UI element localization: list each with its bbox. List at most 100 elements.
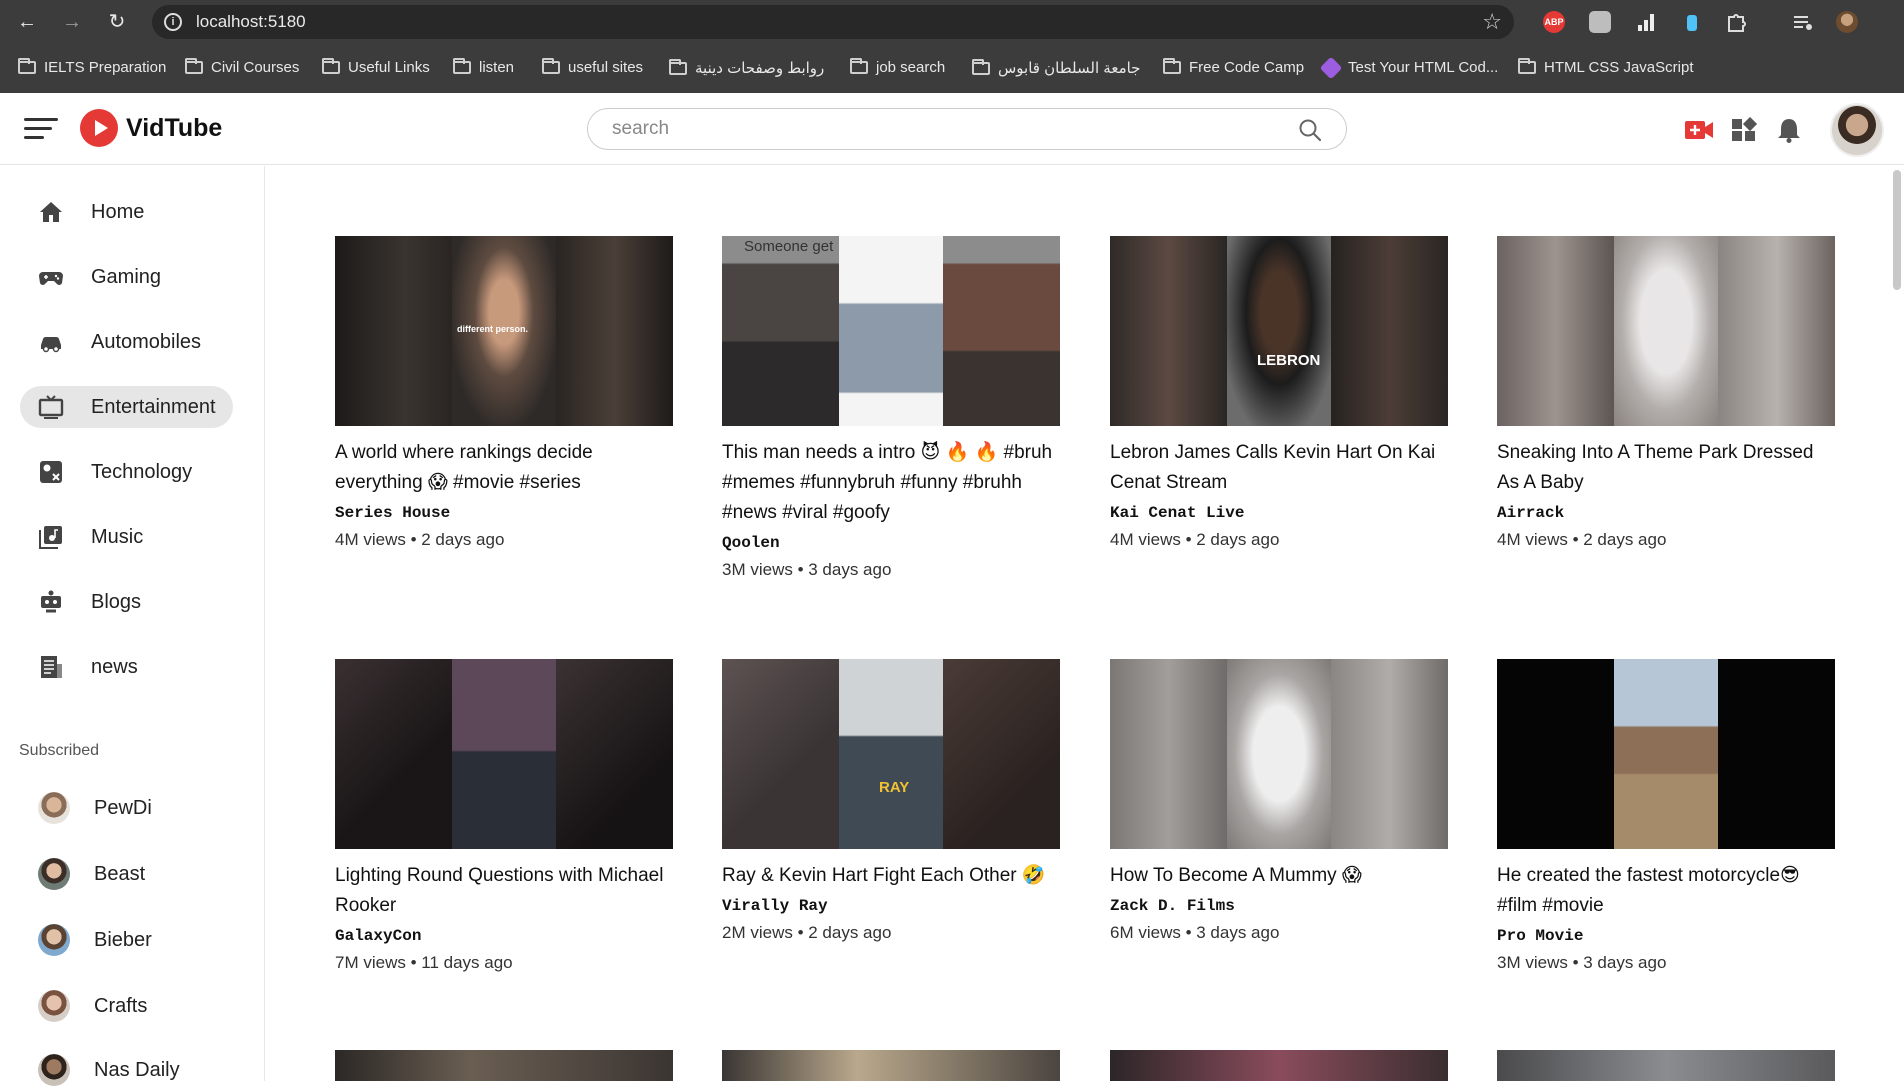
sidebar-item-label: Automobiles: [91, 330, 202, 353]
sidebar-item-automobiles[interactable]: Automobiles: [20, 321, 233, 363]
search-icon[interactable]: [1298, 118, 1322, 142]
bell-icon[interactable]: [1774, 117, 1804, 143]
upload-video-icon[interactable]: [1684, 117, 1714, 143]
sidebar-item-gaming[interactable]: Gaming: [20, 256, 233, 298]
news-icon: [41, 656, 62, 678]
channel-name[interactable]: Qoolen: [722, 534, 780, 552]
back-icon[interactable]: ←: [14, 9, 40, 35]
video-title[interactable]: Ray & Kevin Hart Fight Each Other 🤣: [722, 861, 1060, 891]
folder-icon: [972, 58, 990, 75]
subscribed-heading: Subscribed: [19, 742, 100, 759]
address-bar[interactable]: i localhost:5180 ☆: [152, 5, 1514, 39]
sidebar-item-blogs[interactable]: Blogs: [20, 581, 233, 623]
subscription-label: Beast: [94, 862, 146, 885]
channel-name[interactable]: Series House: [335, 504, 450, 522]
folder-icon: [850, 58, 868, 74]
forward-icon[interactable]: →: [59, 9, 85, 35]
video-thumbnail[interactable]: [1110, 1050, 1448, 1081]
channel-name[interactable]: Kai Cenat Live: [1110, 504, 1244, 522]
sidebar-item-technology[interactable]: Technology: [20, 451, 233, 493]
bookmark-item[interactable]: Civil Courses: [185, 58, 299, 76]
bookmark-item[interactable]: روابط وصفحات دينية: [669, 58, 824, 77]
video-title[interactable]: How To Become A Mummy 😱: [1110, 861, 1448, 891]
bookmark-item[interactable]: job search: [850, 58, 945, 76]
video-title[interactable]: Lighting Round Questions with Michael Ro…: [335, 861, 673, 921]
video-meta: 4M views • 2 days ago: [1110, 530, 1280, 549]
channel-name[interactable]: Virally Ray: [722, 897, 828, 915]
sidebar-item-home[interactable]: Home: [20, 191, 233, 233]
profile-icon[interactable]: [1836, 11, 1858, 33]
video-meta: 3M views • 3 days ago: [722, 560, 892, 579]
bookmark-item[interactable]: Useful Links: [322, 58, 430, 76]
sidebar-item-label: Gaming: [91, 265, 162, 288]
channel-avatar: [38, 990, 70, 1022]
sidebar-item-label: Entertainment: [91, 395, 216, 418]
bookmark-item[interactable]: listen: [453, 58, 514, 76]
sidebar-item-label: Technology: [91, 460, 193, 483]
logo-text: VidTube: [126, 113, 223, 142]
bottle-icon[interactable]: [1681, 11, 1703, 33]
menu-icon[interactable]: [24, 115, 58, 143]
channel-name[interactable]: Zack D. Films: [1110, 897, 1235, 915]
video-thumbnail[interactable]: [1497, 1050, 1835, 1081]
thumbnail-caption: Someone get: [744, 238, 834, 255]
thumbnail-caption: RAY: [879, 779, 910, 796]
video-thumbnail[interactable]: RAY: [722, 659, 1060, 849]
subscription-item[interactable]: Beast: [20, 852, 233, 896]
site-info-icon[interactable]: i: [164, 13, 182, 31]
video-thumbnail[interactable]: [1497, 236, 1835, 426]
apps-icon[interactable]: [1729, 117, 1759, 143]
sidebar-item-label: Music: [91, 525, 144, 548]
sidebar-item-label: Home: [91, 200, 145, 223]
address-url[interactable]: localhost:5180: [196, 12, 306, 32]
video-thumbnail[interactable]: [1110, 659, 1448, 849]
channel-name[interactable]: Airrack: [1497, 504, 1564, 522]
bookmark-item[interactable]: Test Your HTML Cod...: [1319, 56, 1498, 79]
bookmark-item[interactable]: جامعة السلطان قابوس: [972, 58, 1140, 77]
channel-name[interactable]: Pro Movie: [1497, 927, 1583, 945]
user-avatar[interactable]: [1830, 103, 1884, 157]
subscription-item[interactable]: Nas Daily: [20, 1048, 233, 1092]
folder-icon: [322, 58, 340, 74]
bookmark-item[interactable]: Free Code Camp: [1163, 58, 1304, 76]
media-icon[interactable]: [1792, 11, 1814, 33]
subscription-item[interactable]: Bieber: [20, 918, 233, 962]
subscription-label: Nas Daily: [94, 1058, 180, 1081]
logo[interactable]: VidTube: [80, 109, 222, 147]
video-title[interactable]: Sneaking Into A Theme Park Dressed As A …: [1497, 438, 1835, 498]
sidebar-item-label: news: [91, 655, 138, 678]
reload-icon[interactable]: ↻: [104, 9, 130, 35]
video-thumbnail[interactable]: [335, 659, 673, 849]
video-title[interactable]: This man needs a intro 😈 🔥 🔥 #bruh #meme…: [722, 438, 1060, 528]
abp-icon[interactable]: ABP: [1543, 11, 1565, 33]
video-title[interactable]: Lebron James Calls Kevin Hart On Kai Cen…: [1110, 438, 1448, 498]
folder-icon: [185, 58, 203, 74]
thumbnail-caption: LEBRON: [1257, 352, 1321, 369]
video-thumbnail[interactable]: different person.: [335, 236, 673, 426]
video-thumbnail[interactable]: [1497, 659, 1835, 849]
subscription-item[interactable]: Crafts: [20, 984, 233, 1028]
video-thumbnail[interactable]: [722, 1050, 1060, 1081]
bookmark-item[interactable]: IELTS Preparation: [18, 58, 166, 76]
search-input[interactable]: [612, 118, 1252, 140]
video-meta: 7M views • 11 days ago: [335, 953, 513, 972]
sidebar-item-news[interactable]: news: [20, 646, 233, 688]
puzzle-icon[interactable]: [1725, 11, 1747, 33]
video-title[interactable]: He created the fastest motorcycle😎 #film…: [1497, 861, 1835, 921]
video-thumbnail[interactable]: Someone get: [722, 236, 1060, 426]
sidebar-item-entertainment[interactable]: Entertainment: [20, 386, 233, 428]
extension-icon[interactable]: [1589, 11, 1611, 33]
search-bar: [587, 108, 1347, 150]
folder-icon: [1518, 58, 1536, 74]
bookmark-item[interactable]: HTML CSS JavaScript: [1518, 58, 1693, 76]
channel-name[interactable]: GalaxyCon: [335, 927, 421, 945]
subscription-item[interactable]: PewDi: [20, 786, 233, 830]
sidebar-item-music[interactable]: Music: [20, 516, 233, 558]
video-thumbnail[interactable]: LEBRON: [1110, 236, 1448, 426]
bookmark-star-icon[interactable]: ☆: [1482, 9, 1502, 35]
video-title[interactable]: A world where rankings decide everything…: [335, 438, 673, 498]
signal-icon[interactable]: [1635, 11, 1657, 33]
page-scrollbar[interactable]: [1893, 170, 1901, 290]
video-thumbnail[interactable]: [335, 1050, 673, 1081]
bookmark-item[interactable]: useful sites: [542, 58, 643, 76]
